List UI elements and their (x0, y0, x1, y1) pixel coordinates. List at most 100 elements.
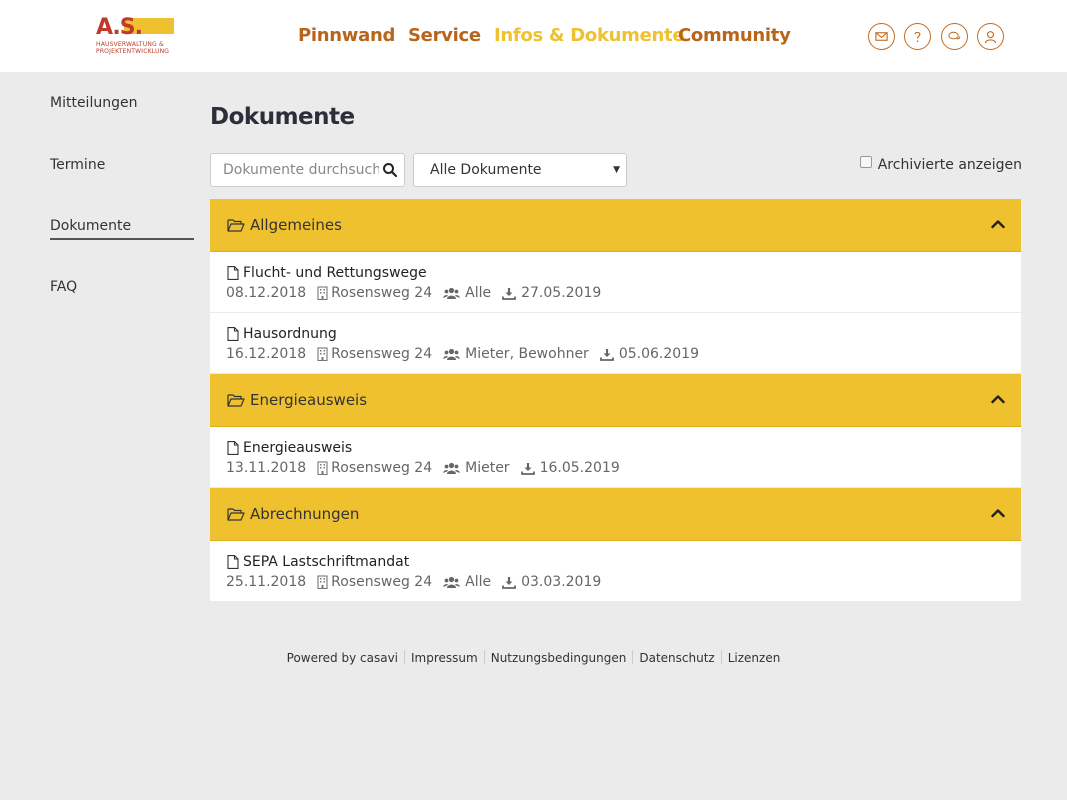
document-title[interactable]: Hausordnung (243, 325, 337, 343)
nav-pinnwand[interactable]: Pinnwand (298, 22, 395, 50)
document-filter-value: Alle Dokumente (430, 162, 542, 178)
logo-subtitle-line-2: PROJEKTENTWICKLUNG (96, 48, 170, 55)
folder-open-icon (227, 508, 245, 521)
page-title: Dokumente (210, 104, 355, 130)
document-title[interactable]: Flucht- und Rettungswege (243, 264, 427, 282)
archive-checkbox[interactable] (859, 156, 872, 168)
user-profile-button[interactable] (977, 23, 1004, 50)
file-icon (227, 327, 239, 341)
chevron-up-icon[interactable] (991, 219, 1005, 229)
search-input[interactable] (211, 154, 379, 186)
document-row[interactable]: Hausordnung 16.12.2018 Rosensweg 24 Mieter,… (210, 313, 1021, 374)
folder-open-icon (227, 394, 245, 407)
document-download-date: 27.05.2019 (521, 285, 602, 301)
building-icon (317, 575, 328, 589)
file-icon (227, 266, 239, 280)
download-icon (599, 348, 614, 361)
document-group-header[interactable]: Allgemeines (210, 199, 1021, 252)
sidebar-item-faq[interactable]: FAQ (50, 277, 77, 297)
chevron-up-icon[interactable] (991, 508, 1005, 518)
document-groups: Allgemeines Flucht- und Rettungswege 08.12… (210, 199, 1021, 602)
nav-community[interactable]: Community (678, 22, 791, 50)
download-icon (520, 462, 535, 475)
document-audience: Mieter (465, 460, 510, 476)
footer-link-datenschutz[interactable]: Datenschutz (639, 651, 714, 665)
top-header: A.S. HAUSVERWALTUNG & PROJEKTENTWICKLUNG… (0, 0, 1067, 72)
sidebar-item-dokumente[interactable]: Dokumente (50, 216, 131, 236)
footer-separator (404, 650, 406, 664)
document-group-title: Abrechnungen (250, 505, 360, 523)
document-audience: Alle (465, 574, 492, 590)
document-row[interactable]: Energieausweis 13.11.2018 Rosensweg 24 Miet… (210, 427, 1021, 488)
chevron-up-icon[interactable] (991, 394, 1005, 404)
nav-service[interactable]: Service (408, 22, 481, 50)
sidebar-active-indicator (50, 238, 194, 240)
document-meta: 25.11.2018 Rosensweg 24 Alle 03.03.2019 (226, 573, 601, 591)
document-meta: 16.12.2018 Rosensweg 24 Mieter, Bewohner 05… (226, 345, 699, 363)
logo-subtitle-line-1: HAUSVERWALTUNG & (96, 41, 164, 48)
document-date: 08.12.2018 (226, 285, 307, 301)
file-icon (227, 555, 239, 569)
document-group-header[interactable]: Energieausweis (210, 374, 1021, 427)
document-building: Rosensweg 24 (331, 574, 433, 590)
document-date: 25.11.2018 (226, 574, 307, 590)
download-icon (502, 287, 517, 300)
archive-toggle: Archivierte anzeigen (859, 155, 1022, 175)
users-icon (443, 462, 460, 474)
chat-button[interactable] (941, 23, 968, 50)
chat-icon (948, 31, 961, 40)
users-icon (443, 576, 460, 588)
building-icon (317, 347, 328, 361)
company-logo[interactable]: A.S. HAUSVERWALTUNG & PROJEKTENTWICKLUNG (96, 16, 176, 58)
document-date: 16.12.2018 (226, 346, 307, 362)
logo-text: A.S. (96, 15, 143, 40)
mail-icon (875, 32, 888, 41)
download-icon (502, 576, 517, 589)
sidebar-item-termine[interactable]: Termine (50, 155, 105, 175)
document-download-date: 05.06.2019 (618, 346, 699, 362)
document-group-header[interactable]: Abrechnungen (210, 488, 1021, 541)
footer-link-nutzungsbedingungen[interactable]: Nutzungsbedingungen (491, 651, 627, 665)
caret-down-icon: ▼ (613, 165, 620, 175)
nav-infos-dokumente[interactable]: Infos & Dokumente (494, 22, 685, 50)
document-row[interactable]: SEPA Lastschriftmandat 25.11.2018 Rosenswe… (210, 541, 1021, 602)
search-icon[interactable] (382, 162, 398, 178)
users-icon (443, 287, 460, 299)
folder-open-icon (227, 219, 245, 232)
logo-subtitle: HAUSVERWALTUNG & PROJEKTENTWICKLUNG (96, 41, 169, 55)
document-building: Rosensweg 24 (331, 460, 433, 476)
document-audience: Alle (465, 285, 492, 301)
document-building: Rosensweg 24 (331, 346, 433, 362)
footer-separator (720, 650, 722, 664)
footer-separator (483, 650, 485, 664)
document-date: 13.11.2018 (226, 460, 307, 476)
building-icon (317, 286, 328, 300)
document-title[interactable]: Energieausweis (243, 439, 352, 457)
document-group-title: Energieausweis (250, 391, 368, 409)
document-building: Rosensweg 24 (331, 285, 433, 301)
document-audience: Mieter, Bewohner (465, 346, 589, 362)
building-icon (317, 461, 328, 475)
search-box (210, 153, 405, 187)
document-row[interactable]: Flucht- und Rettungswege 08.12.2018 Rosens… (210, 252, 1021, 313)
document-group-title: Allgemeines (250, 216, 342, 234)
document-meta: 08.12.2018 Rosensweg 24 Alle 27.05.2019 (226, 284, 601, 302)
user-icon (984, 31, 997, 44)
help-icon (914, 31, 921, 43)
mail-button[interactable] (868, 23, 895, 50)
help-button[interactable] (904, 23, 931, 50)
footer: Powered by casavi Impressum Nutzungsbeding… (0, 650, 1067, 666)
document-filter-select[interactable]: Alle Dokumente ▼ (413, 153, 627, 187)
document-download-date: 03.03.2019 (521, 574, 602, 590)
archive-label: Archivierte anzeigen (877, 157, 1022, 173)
users-icon (443, 348, 460, 360)
footer-link-impressum[interactable]: Impressum (411, 651, 478, 665)
document-download-date: 16.05.2019 (539, 460, 620, 476)
footer-link-lizenzen[interactable]: Lizenzen (728, 651, 781, 665)
footer-separator (632, 650, 634, 664)
sidebar-item-mitteilungen[interactable]: Mitteilungen (50, 93, 137, 113)
file-icon (227, 441, 239, 455)
document-meta: 13.11.2018 Rosensweg 24 Mieter 16.05.2019 (226, 459, 620, 477)
document-title[interactable]: SEPA Lastschriftmandat (243, 553, 409, 571)
footer-link-powered-by[interactable]: Powered by casavi (287, 651, 398, 665)
